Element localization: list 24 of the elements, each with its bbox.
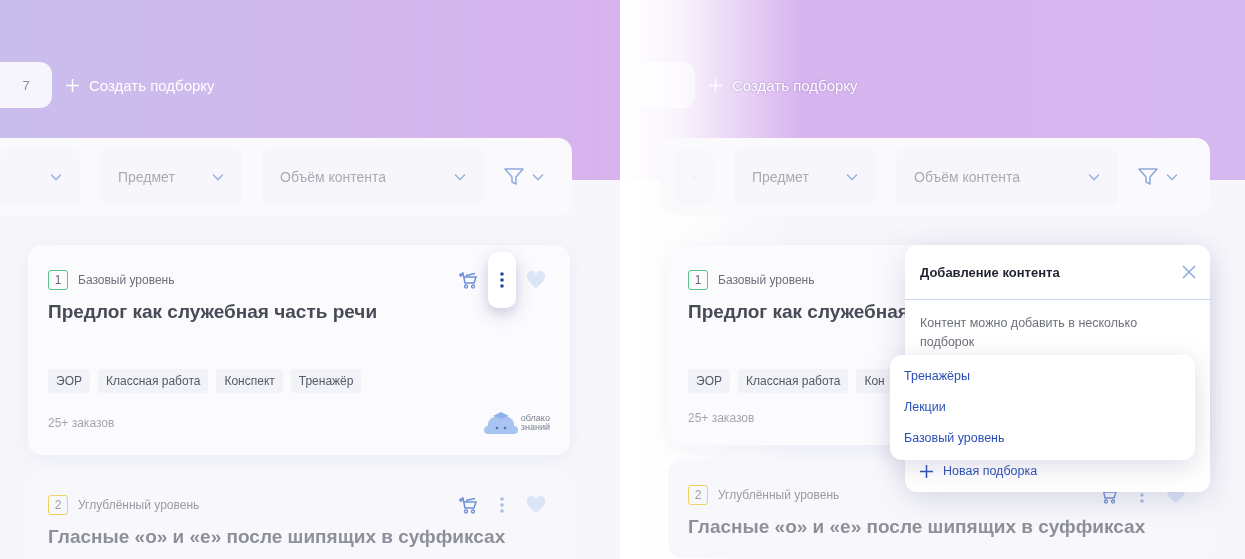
- card-title: Гласные «о» и «е» после шипящих в суффиксах: [688, 516, 1146, 538]
- orders-count: 25+ заказов: [688, 411, 755, 425]
- tag: ЭОР: [48, 369, 90, 393]
- level-label: Углублённый уровень: [78, 498, 200, 512]
- level-label: Базовый уровень: [78, 273, 175, 287]
- popup-text: Контент можно добавить в несколько подборок: [919, 315, 1139, 351]
- tag: Конспект: [216, 369, 283, 393]
- tag: Кон: [856, 369, 893, 393]
- tag: ЭОР: [688, 369, 730, 393]
- number-badge: 1: [688, 270, 708, 290]
- level-label: Базовый уровень: [718, 273, 815, 287]
- number-badge: 2: [688, 485, 708, 505]
- orders-count: 25+ заказов: [48, 416, 115, 430]
- number-badge: 1: [48, 270, 68, 290]
- logo-text: облако знаний: [520, 414, 550, 432]
- tag: Классная работа: [737, 369, 849, 393]
- tag: Тренажёр: [290, 369, 362, 393]
- card-title: Предлог как служебная часть речи: [48, 301, 378, 323]
- count-badge: 7: [0, 62, 52, 108]
- level-label: Углублённый уровень: [718, 488, 840, 502]
- popup-title: Добавление контента: [920, 264, 1060, 280]
- card-title: Гласные «о» и «е» после шипящих в суффиксах: [48, 526, 506, 548]
- tag: Классная работа: [97, 369, 209, 393]
- number-badge: 2: [48, 495, 68, 515]
